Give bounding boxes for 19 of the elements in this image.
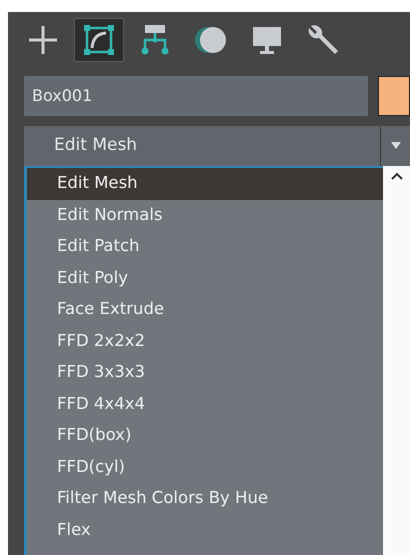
modifier-item[interactable]: Face Extrude [27, 294, 383, 326]
modifier-item[interactable]: FFD(box) [27, 420, 383, 452]
modifier-item[interactable]: Filter Mesh Colors By Hue [27, 483, 383, 514]
modifier-dropdown[interactable]: Edit Mesh [24, 126, 410, 166]
modifier-item[interactable]: FFD 2x2x2 [27, 326, 383, 357]
object-name-field[interactable]: Box001 [24, 76, 368, 116]
modifier-item[interactable]: FFD 4x4x4 [27, 388, 383, 420]
modifier-item[interactable]: Flex [27, 514, 383, 546]
modifier-item[interactable]: FFD 3x3x3 [27, 357, 383, 388]
modifier-item[interactable]: Edit Mesh [27, 168, 383, 200]
object-color-swatch[interactable] [378, 76, 410, 116]
modifier-item[interactable]: Edit Poly [27, 262, 383, 294]
scroll-up-icon[interactable] [390, 172, 402, 180]
panel-tab[interactable] [74, 18, 124, 62]
curve-icon [81, 22, 117, 58]
modifier-item[interactable]: Edit Normals [27, 200, 383, 231]
scrollbar[interactable] [383, 166, 410, 555]
modifier-item[interactable]: Edit Patch [27, 231, 383, 262]
modifier-item[interactable]: FFD(cyl) [27, 452, 383, 483]
